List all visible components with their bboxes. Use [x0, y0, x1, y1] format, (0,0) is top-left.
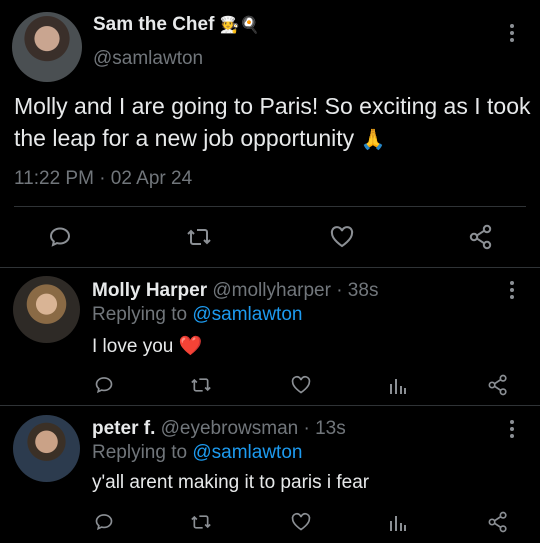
more-icon[interactable]: [510, 24, 514, 42]
author-name[interactable]: Sam the Chef 🧑‍🍳🍳: [93, 14, 260, 36]
reply-handle-time[interactable]: @eyebrowsman · 13s: [161, 418, 346, 439]
share-icon[interactable]: [487, 511, 509, 533]
peter-avatar[interactable]: [13, 415, 80, 482]
pray-emoji: 🙏: [360, 129, 386, 151]
divider: [0, 405, 540, 406]
reply-icon[interactable]: [48, 225, 72, 249]
heart-emoji: ❤️: [178, 336, 203, 357]
more-icon[interactable]: [510, 281, 514, 299]
replying-prefix: Replying to: [92, 304, 193, 325]
replying-to: Replying to @samlawton: [92, 442, 302, 464]
reply-icon[interactable]: [94, 375, 114, 395]
more-icon[interactable]: [510, 420, 514, 438]
reply-body: I love you: [92, 336, 174, 357]
analytics-icon[interactable]: [389, 375, 407, 395]
author-handle[interactable]: @samlawton: [93, 48, 203, 70]
tweet-timestamp[interactable]: 11:22 PM · 02 Apr 24: [14, 168, 192, 190]
sam-avatar[interactable]: [12, 12, 82, 82]
replying-prefix: Replying to: [92, 442, 193, 463]
replying-handle[interactable]: @samlawton: [192, 442, 302, 463]
display-name: Sam the Chef: [93, 14, 215, 35]
reply-icon[interactable]: [94, 512, 114, 532]
reply-author-name[interactable]: peter f.: [92, 418, 155, 439]
share-icon[interactable]: [468, 224, 494, 250]
reply-header: peter f. @eyebrowsman · 13s: [92, 418, 346, 440]
replying-to: Replying to @samlawton: [92, 304, 302, 326]
analytics-icon[interactable]: [389, 512, 407, 532]
reply-header: Molly Harper @mollyharper · 38s: [92, 280, 378, 302]
chef-emoji: 🧑‍🍳🍳: [219, 17, 260, 34]
heart-icon[interactable]: [329, 225, 355, 249]
tweet-body: Molly and I are going to Paris! So excit…: [14, 93, 531, 151]
molly-avatar[interactable]: [13, 276, 80, 343]
retweet-icon[interactable]: [190, 512, 212, 532]
reply-body: y'all arent making it to paris i fear: [92, 472, 370, 493]
heart-icon[interactable]: [290, 375, 312, 395]
reply-handle-time[interactable]: @mollyharper · 38s: [212, 280, 378, 301]
tweet-text: Molly and I are going to Paris! So excit…: [14, 90, 534, 156]
retweet-icon[interactable]: [186, 225, 212, 249]
share-icon[interactable]: [487, 374, 509, 396]
divider: [14, 206, 526, 207]
replying-handle[interactable]: @samlawton: [192, 304, 302, 325]
divider: [0, 267, 540, 268]
reply-author-name[interactable]: Molly Harper: [92, 280, 207, 301]
heart-icon[interactable]: [290, 512, 312, 532]
reply-text: I love you ❤️: [92, 334, 202, 358]
retweet-icon[interactable]: [190, 375, 212, 395]
reply-text: y'all arent making it to paris i fear: [92, 472, 369, 494]
